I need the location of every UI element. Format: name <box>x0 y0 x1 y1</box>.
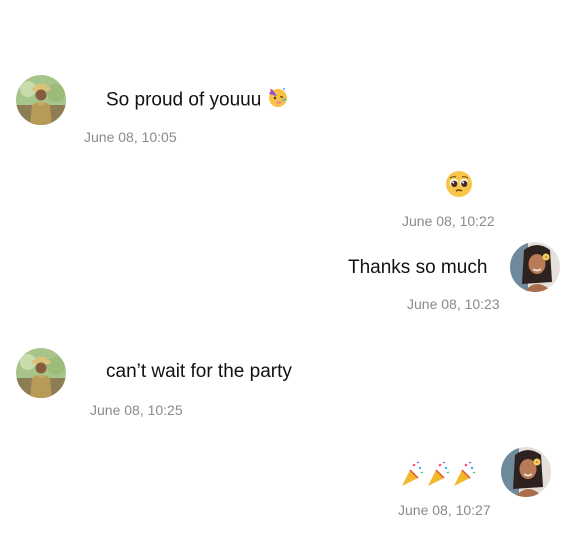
message-timestamp: June 08, 10:25 <box>90 402 183 418</box>
message-timestamp: June 08, 10:05 <box>84 129 177 145</box>
message-timestamp: June 08, 10:22 <box>402 213 495 229</box>
my-avatar-image <box>501 447 551 497</box>
partying-face-icon <box>267 86 289 115</box>
message-text: can’t wait for the party <box>106 361 292 382</box>
party-popper-icon <box>400 460 480 493</box>
chat-thread: So proud of youuu June 08, 10:05 June 08… <box>0 0 577 557</box>
friend-avatar-image <box>16 75 66 125</box>
my-avatar[interactable] <box>510 242 560 292</box>
message-text: So proud of youuu <box>106 89 262 111</box>
my-avatar-image <box>510 242 560 292</box>
friend-avatar[interactable] <box>16 75 66 125</box>
my-avatar[interactable] <box>501 447 551 497</box>
pleading-face-icon <box>444 169 474 204</box>
message-text: Thanks so much <box>348 257 488 278</box>
friend-avatar-image <box>16 348 66 398</box>
message-timestamp: June 08, 10:23 <box>407 296 500 312</box>
message-bubble: So proud of youuu <box>106 86 289 115</box>
message-timestamp: June 08, 10:27 <box>398 502 491 518</box>
friend-avatar[interactable] <box>16 348 66 398</box>
